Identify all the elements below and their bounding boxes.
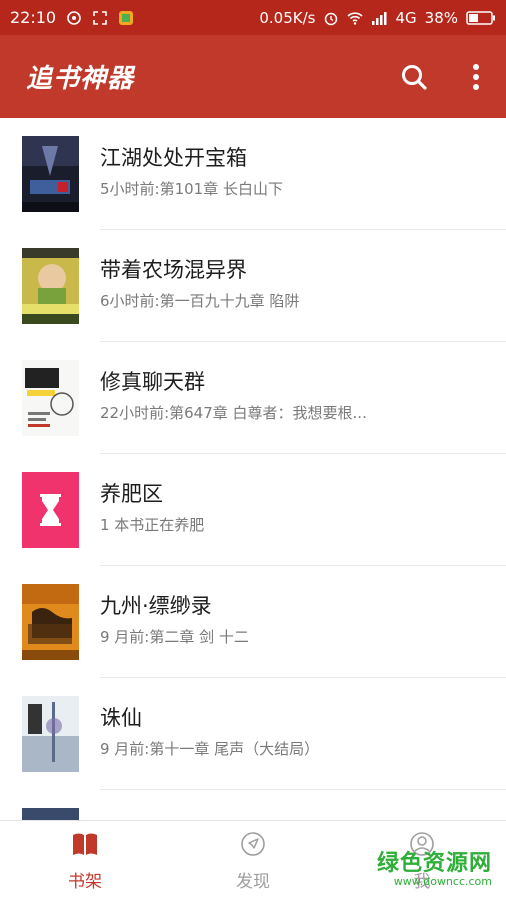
book-title: 带着农场混异界 [100,258,247,282]
battery-icon [466,10,495,25]
book-icon [73,833,97,855]
book-cover-jiuzhou [22,584,79,660]
app-title: 追书神器 [26,64,135,94]
book-item[interactable]: 修真聊天群 22小时前:第647章 白尊者：我想要根... [0,342,506,454]
book-title: 江湖处处开宝箱 [100,146,247,170]
book-title: 修真聊天群 [100,370,205,394]
tab-label: 发现 [236,872,270,892]
book-update: 22小时前:第647章 白尊者：我想要根... [100,404,367,422]
battery-percent: 38% [424,8,458,27]
book-update: 6小时前:第一百九十九章 陷阱 [100,292,300,310]
book-update: 9 月前:第十一章 尾声（大结局） [100,740,320,758]
status-bar: 22:10 0.05K/s 4G 38% [0,0,506,35]
tab-discover[interactable]: 发现 [193,821,313,901]
watermark: 绿色资源网 www.downcc.com [377,845,492,888]
book-cover-jianghu [22,136,79,212]
more-options-icon[interactable] [472,63,480,91]
search-icon[interactable] [400,63,428,91]
book-title: 养肥区 [100,482,163,506]
book-item[interactable]: 诛仙 9 月前:第十一章 尾声（大结局） [0,678,506,790]
book-item[interactable]: 江湖处处开宝箱 5小时前:第101章 长白山下 [0,118,506,230]
watermark-title: 绿色资源网 [376,851,492,876]
book-update: 1 本书正在养肥 [100,516,205,534]
wifi-icon [347,11,364,25]
network-speed: 0.05K/s [259,8,316,27]
compass-icon [241,832,265,856]
book-cover-zhuxian [22,696,79,772]
hourglass-icon [22,472,79,548]
tab-bookshelf[interactable]: 书架 [25,821,145,901]
network-type: 4G [395,8,417,27]
book-cover-farm [22,248,79,324]
book-update: 9 月前:第二章 剑 十二 [100,628,249,646]
feeding-area-item[interactable]: 养肥区 1 本书正在养肥 [0,454,506,566]
book-cover-partial [22,808,79,820]
book-item[interactable]: 带着农场混异界 6小时前:第一百九十九章 陷阱 [0,230,506,342]
screenshot-icon [93,10,107,25]
status-time: 22:10 [10,8,57,27]
bookshelf-list: 江湖处处开宝箱 5小时前:第101章 长白山下 带着农场混异界 6小时前:第一百… [0,118,506,820]
notification-icon [67,10,81,25]
book-item[interactable]: 九州·缥缈录 9 月前:第二章 剑 十二 [0,566,506,678]
tab-label: 书架 [68,872,102,892]
book-update: 5小时前:第101章 长白山下 [100,180,283,198]
book-cover-chatgroup [22,360,79,436]
signal-icon [372,11,387,25]
book-title: 九州·缥缈录 [100,594,212,618]
book-item-partial[interactable] [0,790,506,820]
book-title: 诛仙 [100,706,142,730]
app-bar: 追书神器 [0,35,506,118]
app-notification-icon [119,10,134,25]
watermark-url: www.downcc.com [393,875,492,888]
alarm-icon [325,12,338,25]
